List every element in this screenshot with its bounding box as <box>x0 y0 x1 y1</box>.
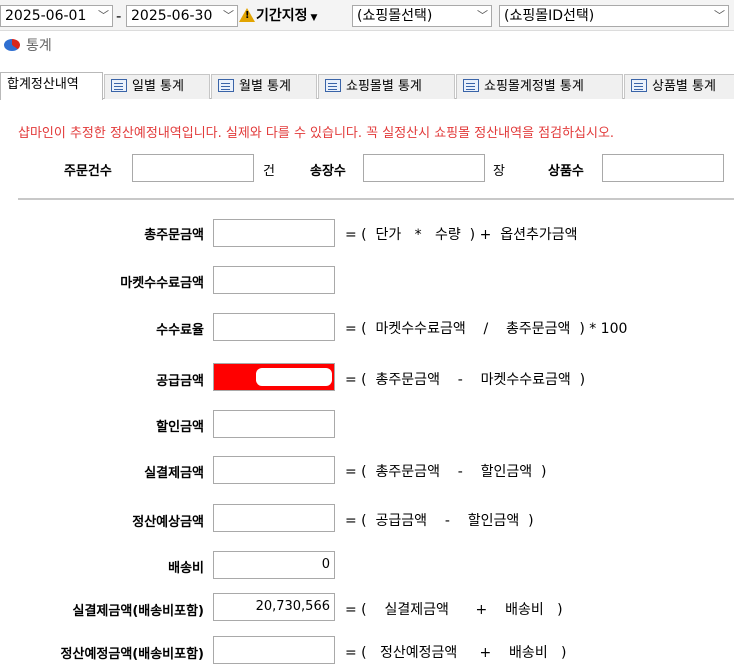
date-range-button-label: 기간지정 <box>256 8 308 24</box>
window-title-text: 통계 <box>26 38 52 54</box>
expected-settlement-incl-shipping-label: 정산예정금액(배송비포함) <box>60 647 204 662</box>
chevron-down-icon[interactable]: ﹀ <box>223 6 234 26</box>
expected-settlement-incl-shipping-field[interactable] <box>213 636 335 664</box>
order-count-label: 주문건수 <box>64 164 112 179</box>
actual-payment-field[interactable] <box>213 456 335 484</box>
supply-amount-formula: = ( 총주문금액 - 마켓수수료금액 ) <box>345 372 586 388</box>
list-window-icon <box>631 79 647 92</box>
discount-amount-label: 할인금액 <box>156 420 204 435</box>
tab-settlement-summary[interactable]: 합계정산내역 <box>0 72 103 100</box>
invoice-count-unit: 장 <box>493 164 505 179</box>
fee-rate-formula: = ( 마켓수수료금액 / 총주문금액 ) * 100 <box>345 321 628 337</box>
filter-toolbar: 2025-06-01 ﹀ - 2025-06-30 ﹀ 기간지정▼ (쇼핑몰선택… <box>0 0 734 31</box>
expected-settlement-formula: = ( 공급금액 - 할인금액 ) <box>345 513 534 529</box>
chevron-down-icon[interactable]: ﹀ <box>714 6 725 26</box>
chevron-down-icon[interactable]: ﹀ <box>477 6 488 26</box>
list-window-icon <box>218 79 234 92</box>
invoice-count-field[interactable] <box>363 154 485 182</box>
shipping-fee-label: 배송비 <box>168 561 204 576</box>
actual-payment-incl-shipping-label: 실결제금액(배송비포함) <box>72 604 204 619</box>
chevron-down-icon[interactable]: ﹀ <box>98 6 109 26</box>
expected-settlement-field[interactable] <box>213 504 335 532</box>
order-count-unit: 건 <box>263 164 275 179</box>
invoice-count-label: 송장수 <box>310 164 346 179</box>
product-count-label: 상품수 <box>548 164 584 179</box>
tab-label: 쇼핑몰계정별 통계 <box>484 79 584 94</box>
tab-product-stats[interactable]: 상품별 통계 <box>624 74 734 99</box>
tab-label: 상품별 통계 <box>652 79 716 94</box>
fee-rate-label: 수수료율 <box>156 323 204 338</box>
tab-label: 쇼핑몰별 통계 <box>346 79 422 94</box>
shop-id-select[interactable]: (쇼핑몰ID선택) ﹀ <box>499 5 729 27</box>
supply-amount-label: 공급금액 <box>156 374 204 389</box>
start-date-value: 2025-06-01 <box>5 8 87 24</box>
expected-settlement-label: 정산예상금액 <box>132 515 204 530</box>
total-order-amount-field[interactable] <box>213 219 335 247</box>
window-title: 통계 <box>0 33 52 59</box>
date-range-separator: - <box>116 7 122 25</box>
tab-daily-stats[interactable]: 일별 통계 <box>104 74 210 99</box>
actual-payment-incl-shipping-field[interactable]: 20,730,566 <box>213 593 335 621</box>
dropdown-arrow-icon: ▼ <box>310 13 318 23</box>
shop-select[interactable]: (쇼핑몰선택) ﹀ <box>352 5 492 27</box>
tab-monthly-stats[interactable]: 월별 통계 <box>211 74 317 99</box>
product-count-field[interactable] <box>602 154 724 182</box>
tab-label: 월별 통계 <box>239 79 291 94</box>
list-window-icon <box>463 79 479 92</box>
end-date-picker[interactable]: 2025-06-30 ﹀ <box>126 5 238 27</box>
warning-icon <box>239 8 255 22</box>
discount-amount-field[interactable] <box>213 410 335 438</box>
actual-payment-label: 실결제금액 <box>144 466 204 481</box>
tab-label: 일별 통계 <box>132 79 184 94</box>
actual-payment-formula: = ( 총주문금액 - 할인금액 ) <box>345 464 547 480</box>
total-order-amount-label: 총주문금액 <box>144 228 204 243</box>
list-window-icon <box>325 79 341 92</box>
redaction-mark <box>256 368 332 386</box>
order-count-field[interactable] <box>132 154 254 182</box>
tab-shop-stats[interactable]: 쇼핑몰별 통계 <box>318 74 455 99</box>
list-window-icon <box>111 79 127 92</box>
section-divider <box>18 198 734 200</box>
shop-select-value: (쇼핑몰선택) <box>357 8 433 24</box>
shipping-fee-field[interactable]: 0 <box>213 551 335 579</box>
shop-id-select-value: (쇼핑몰ID선택) <box>504 8 595 24</box>
total-order-amount-formula: = ( 단가 * 수량 ) + 옵션추가금액 <box>345 227 578 243</box>
estimate-notice: 샵마인이 추정한 정산예정내역입니다. 실제와 다를 수 있습니다. 꼭 실정산… <box>18 126 615 141</box>
end-date-value: 2025-06-30 <box>131 8 213 24</box>
pie-chart-icon <box>4 39 20 51</box>
tab-bar: 합계정산내역 일별 통계 월별 통계 쇼핑몰별 통계 쇼핑몰계정별 통계 상품별… <box>0 72 734 100</box>
fee-rate-field[interactable] <box>213 313 335 341</box>
date-range-button[interactable]: 기간지정▼ <box>239 4 317 28</box>
start-date-picker[interactable]: 2025-06-01 ﹀ <box>0 5 113 27</box>
actual-payment-incl-shipping-formula: = ( 실결제금액 + 배송비 ) <box>345 602 563 618</box>
expected-settlement-incl-shipping-formula: = ( 정산예정금액 + 배송비 ) <box>345 645 567 661</box>
tab-shop-account-stats[interactable]: 쇼핑몰계정별 통계 <box>456 74 623 99</box>
market-fee-amount-field[interactable] <box>213 266 335 294</box>
tab-label: 합계정산내역 <box>7 77 79 92</box>
market-fee-amount-label: 마켓수수료금액 <box>120 276 204 291</box>
